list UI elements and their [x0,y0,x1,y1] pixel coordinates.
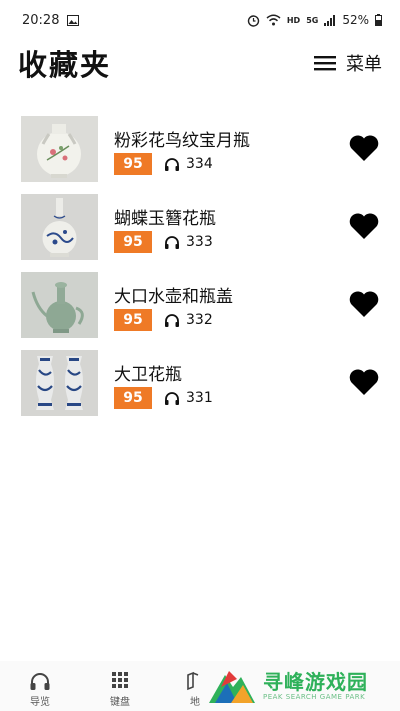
headphones-icon [30,673,50,690]
favorites-list: 粉彩花鸟纹宝月瓶 95 334 蝴蝶玉簪花瓶 95 333 大口水壶和瓶盖 95… [0,110,400,422]
watermark-logo-icon [209,671,255,703]
heart-icon[interactable] [348,212,380,240]
signal-5g-label: 5G [306,15,319,25]
score-badge: 95 [114,309,152,331]
play-count: 334 [164,153,213,175]
status-time: 20:28 [22,12,60,28]
play-count-value: 331 [186,390,213,406]
favorite-item[interactable]: 蝴蝶玉簪花瓶 95 333 [0,188,400,266]
watermark-title: 寻峰游戏园 [263,670,368,694]
hamburger-icon [314,56,336,71]
watermark-subtitle: PEAK SEARCH GAME PARK [263,693,366,701]
tab-keypad[interactable]: 键盘 [90,661,150,711]
heart-icon[interactable] [348,290,380,318]
moon-flask-thumbnail [21,116,98,182]
item-title: 蝴蝶玉簪花瓶 [114,209,216,229]
item-title: 粉彩花鸟纹宝月瓶 [114,131,250,151]
play-count: 332 [164,309,213,331]
favorite-item[interactable]: 大口水壶和瓶盖 95 332 [0,266,400,344]
status-bar: 20:28 HD 5G 52% [0,0,400,40]
network-hd-label: HD [286,15,301,25]
headphones-icon [165,235,179,249]
header: 收藏夹 菜单 [0,40,400,88]
menu-label: 菜单 [346,54,382,75]
favorite-item[interactable]: 粉彩花鸟纹宝月瓶 95 334 [0,110,400,188]
item-title: 大口水壶和瓶盖 [114,287,233,307]
menu-button[interactable]: 菜单 [314,50,382,76]
play-count: 333 [164,231,213,253]
headphones-icon [165,391,179,405]
heart-icon[interactable] [348,368,380,396]
play-count-value: 333 [186,234,213,250]
score-badge: 95 [114,231,152,253]
play-count-value: 332 [186,312,213,328]
image-notification-icon [67,14,80,26]
heart-icon[interactable] [348,134,380,162]
play-count: 331 [164,387,213,409]
favorite-item[interactable]: 大卫花瓶 95 331 [0,344,400,422]
tab-guide[interactable]: 导览 [10,661,70,711]
battery-icon [375,14,382,26]
headphones-icon [165,313,179,327]
david-vases-thumbnail [21,350,98,416]
play-count-value: 334 [186,156,213,172]
watermark: 寻峰游戏园 PEAK SEARCH GAME PARK [207,664,397,708]
blue-white-bottle-vase-thumbnail [21,194,98,260]
page-title: 收藏夹 [18,48,112,82]
battery-percentage: 52% [342,13,369,27]
tab-label: 键盘 [110,697,130,708]
item-title: 大卫花瓶 [114,365,182,385]
signal-icon [324,14,336,26]
tab-label: 导览 [30,697,50,708]
alarm-icon [247,14,260,27]
celadon-ewer-thumbnail [21,272,98,338]
wifi-icon [266,14,281,26]
score-badge: 95 [114,387,152,409]
keypad-icon [112,672,128,688]
headphones-icon [165,157,179,171]
map-icon [187,671,199,691]
score-badge: 95 [114,153,152,175]
